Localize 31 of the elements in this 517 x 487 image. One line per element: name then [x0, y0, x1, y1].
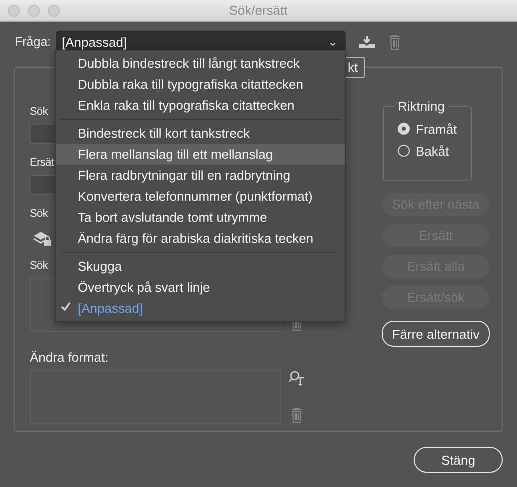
- menu-item[interactable]: Konvertera telefonnummer (punktformat): [56, 186, 345, 207]
- query-label: Fråga:: [15, 35, 52, 49]
- window-title: Sök/ersätt: [229, 3, 288, 18]
- radio-button[interactable]: [398, 145, 410, 157]
- menu-item[interactable]: Skugga: [56, 256, 345, 277]
- check-icon: [61, 302, 71, 312]
- menu-item[interactable]: Övertryck på svart linje: [56, 277, 345, 298]
- group-title: Riktning: [397, 99, 446, 114]
- action-button[interactable]: Färre alternativ: [382, 321, 490, 347]
- menu-item[interactable]: Bindestreck till kort tankstreck: [56, 123, 345, 144]
- trash-icon[interactable]: [389, 34, 401, 50]
- radio-label[interactable]: Bakåt: [416, 144, 450, 158]
- field-label: Sök: [30, 207, 48, 222]
- format-search-icon[interactable]: [289, 370, 305, 386]
- menu-item[interactable]: Dubbla raka till typografiska citattecken: [56, 74, 345, 95]
- menu-item[interactable]: Dubbla bindestreck till långt tankstreck: [56, 53, 345, 74]
- radio-button[interactable]: [398, 123, 410, 135]
- field-label: Ändra format:: [30, 350, 109, 366]
- radio-label[interactable]: Framåt: [416, 122, 458, 136]
- layers-lock-icon[interactable]: [33, 231, 51, 246]
- trash-icon[interactable]: [291, 408, 303, 423]
- menu-item[interactable]: Enkla raka till typografiska citattecken: [56, 95, 345, 116]
- save-query-icon[interactable]: [359, 36, 375, 48]
- menu-item[interactable]: Flera radbrytningar till en radbrytning: [56, 165, 345, 186]
- close-button[interactable]: Stäng: [414, 447, 503, 473]
- field-label: Ersät: [30, 156, 54, 171]
- menu-item[interactable]: Ta bort avslutande tomt utrymme: [56, 207, 345, 228]
- field-label: Sök: [30, 105, 48, 120]
- field-label: Sök: [30, 259, 48, 274]
- menu-item[interactable]: Ändra färg för arabiska diakritiska tecken: [56, 228, 345, 249]
- menu-item[interactable]: Flera mellanslag till ett mellanslag: [56, 144, 345, 165]
